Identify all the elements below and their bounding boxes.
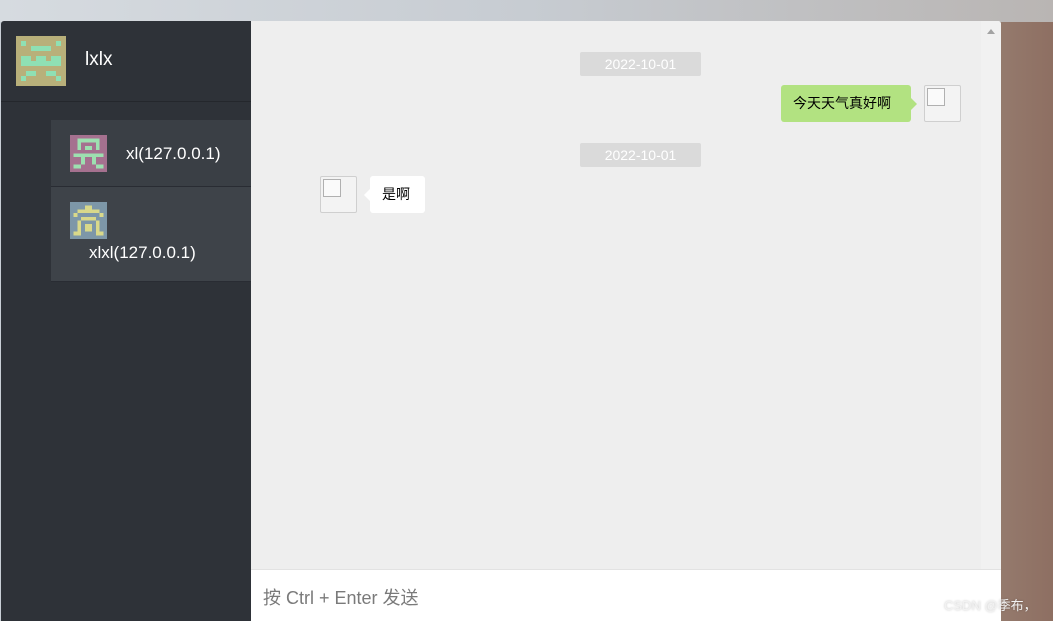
contact-name: xlxl(127.0.0.1) [89,243,196,262]
vertical-scrollbar[interactable] [981,21,1001,569]
broken-image-icon [927,88,945,106]
current-user-name: lxlx [85,49,113,70]
sender-avatar-icon [924,85,961,122]
broken-image-icon [323,179,341,197]
message-date: 2022-10-01 [580,52,701,76]
user-avatar-icon [16,36,66,86]
contact-item[interactable]: xl(127.0.0.1) [51,120,251,187]
chat-window: lxlx xl(127.0.0.1) xlxl(127.0.0.1) 2022-… [1,21,1001,621]
sidebar: lxlx xl(127.0.0.1) xlxl(127.0.0.1) [1,21,251,621]
message-list[interactable]: 2022-10-01 今天天气真好啊 2022-10-01 是啊 [251,21,981,569]
contact-avatar-icon [70,202,107,239]
message-composer [251,569,1001,621]
chat-panel: 2022-10-01 今天天气真好啊 2022-10-01 是啊 [251,21,1001,621]
contact-list: xl(127.0.0.1) xlxl(127.0.0.1) [51,120,251,282]
sent-message-bubble: 今天天气真好啊 [781,85,917,122]
contact-name: xl(127.0.0.1) [126,144,221,163]
contact-item[interactable]: xlxl(127.0.0.1) [51,187,251,282]
watermark: CSDN @季布， [944,598,1037,613]
scroll-up-arrow-icon[interactable] [987,29,995,34]
received-message-bubble: 是啊 [364,176,425,213]
contact-message-avatar-icon [320,176,357,213]
desktop-backdrop [0,0,1053,22]
user-profile: lxlx [1,21,251,102]
message-input[interactable] [251,570,1001,618]
message-date: 2022-10-01 [580,143,701,167]
contact-avatar-icon [70,135,107,172]
